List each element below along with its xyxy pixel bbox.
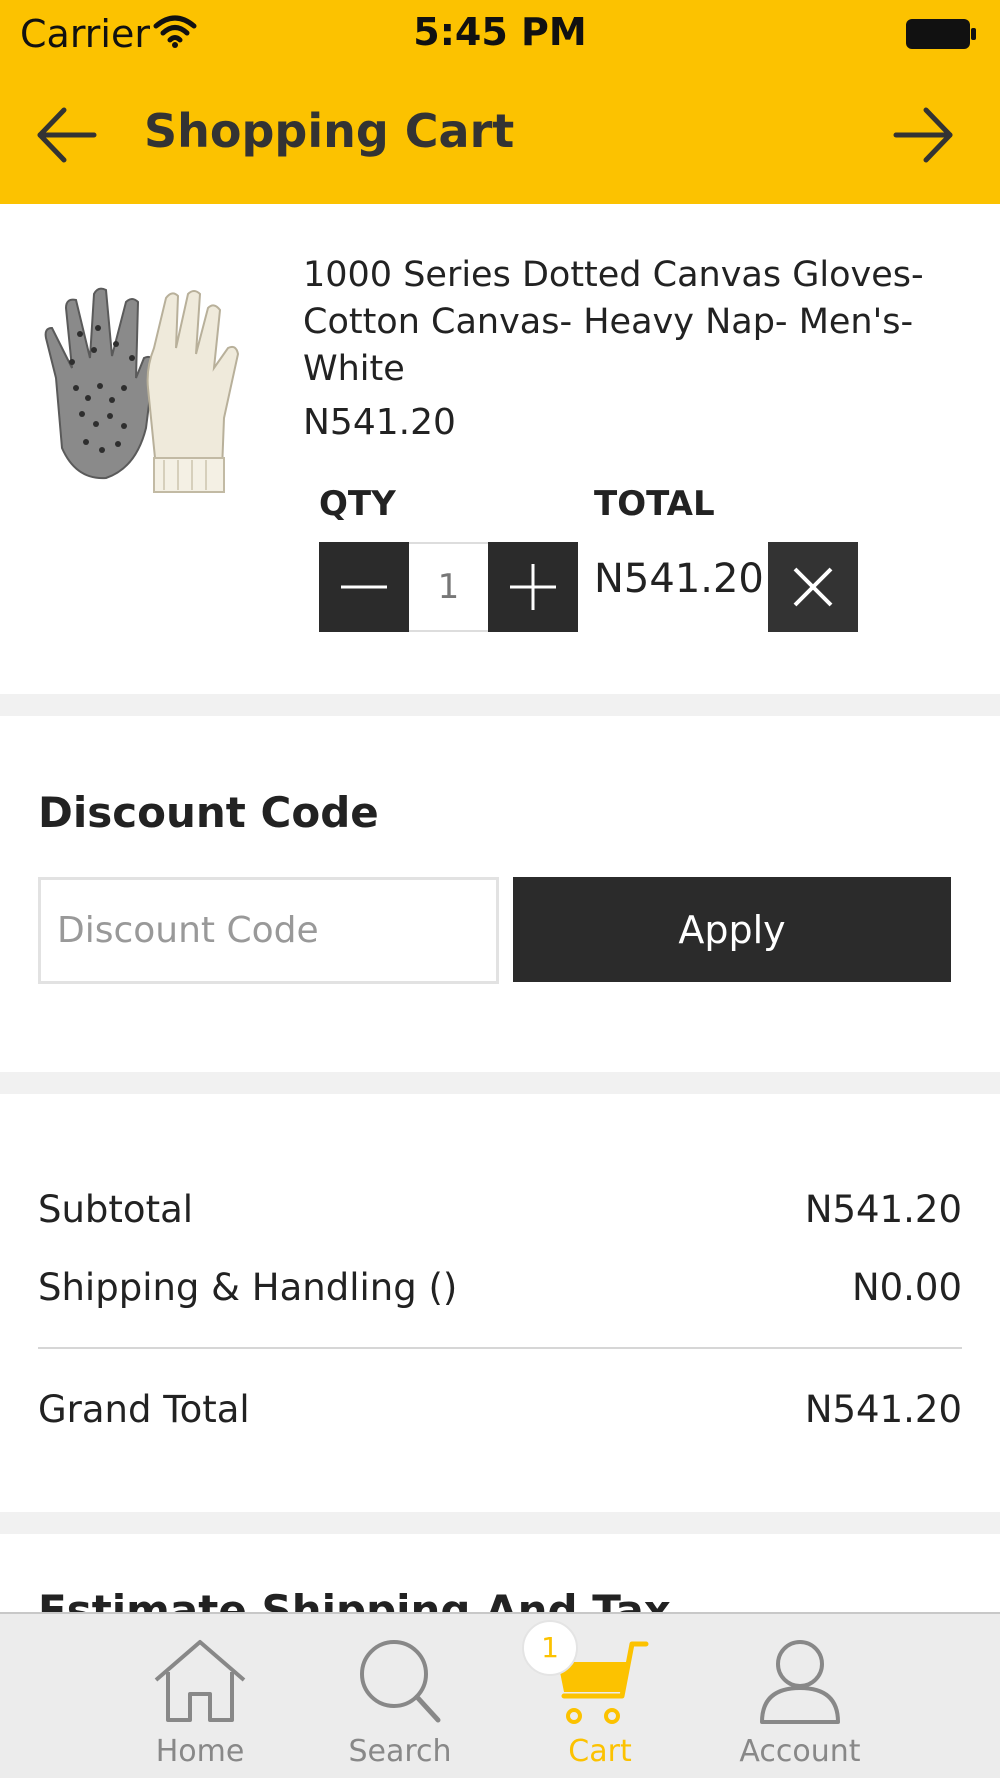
tab-home-label: Home (155, 1734, 245, 1769)
totals-divider (38, 1347, 962, 1349)
section-divider (0, 694, 1000, 716)
cart-count-badge: 1 (522, 1620, 578, 1676)
battery-icon (906, 19, 976, 49)
cart-item: 1000 Series Dotted Canvas Gloves-Cotton … (0, 204, 1000, 694)
total-label: TOTAL (594, 484, 715, 524)
tab-account-label: Account (739, 1734, 861, 1769)
quantity-input[interactable] (409, 542, 488, 632)
shipping-label: Shipping & Handling () (38, 1266, 458, 1309)
close-icon (793, 567, 833, 607)
minus-icon (341, 585, 387, 589)
plus-icon (510, 564, 556, 610)
qty-label: QTY (319, 484, 396, 524)
product-price: N541.20 (303, 402, 456, 443)
increase-quantity-button[interactable] (488, 542, 578, 632)
tab-account[interactable]: Account (700, 1614, 900, 1778)
tab-home[interactable]: Home (100, 1614, 300, 1778)
forward-arrow-icon[interactable] (890, 104, 956, 166)
remove-item-button[interactable] (768, 542, 858, 632)
tab-search[interactable]: Search (300, 1614, 500, 1778)
shipping-value: N0.00 (851, 1266, 962, 1309)
tab-cart-label: Cart (568, 1734, 632, 1769)
product-image[interactable] (36, 258, 266, 498)
apply-discount-button[interactable]: Apply (513, 877, 951, 982)
tab-cart[interactable]: 1 Cart (500, 1614, 700, 1778)
subtotal-value: N541.20 (804, 1188, 962, 1231)
nav-bar: Shopping Cart (0, 68, 1000, 204)
back-arrow-icon[interactable] (34, 104, 100, 166)
subtotal-label: Subtotal (38, 1188, 194, 1231)
section-divider (0, 1512, 1000, 1534)
page-title: Shopping Cart (144, 104, 515, 158)
discount-code-input[interactable] (38, 877, 499, 984)
grand-total-label: Grand Total (38, 1388, 250, 1431)
section-divider (0, 1072, 1000, 1094)
tab-search-label: Search (348, 1734, 452, 1769)
search-icon (360, 1640, 441, 1723)
status-bar: Carrier 5:45 PM (0, 0, 1000, 68)
product-name[interactable]: 1000 Series Dotted Canvas Gloves-Cotton … (303, 252, 983, 393)
line-total: N541.20 (594, 556, 764, 602)
grand-total-value: N541.20 (804, 1388, 962, 1431)
decrease-quantity-button[interactable] (319, 542, 409, 632)
account-icon (760, 1640, 840, 1724)
status-time: 5:45 PM (413, 10, 587, 54)
home-icon (154, 1640, 246, 1722)
discount-section-title: Discount Code (38, 788, 379, 837)
tab-bar: Home Search 1 Cart Account (0, 1612, 1000, 1778)
